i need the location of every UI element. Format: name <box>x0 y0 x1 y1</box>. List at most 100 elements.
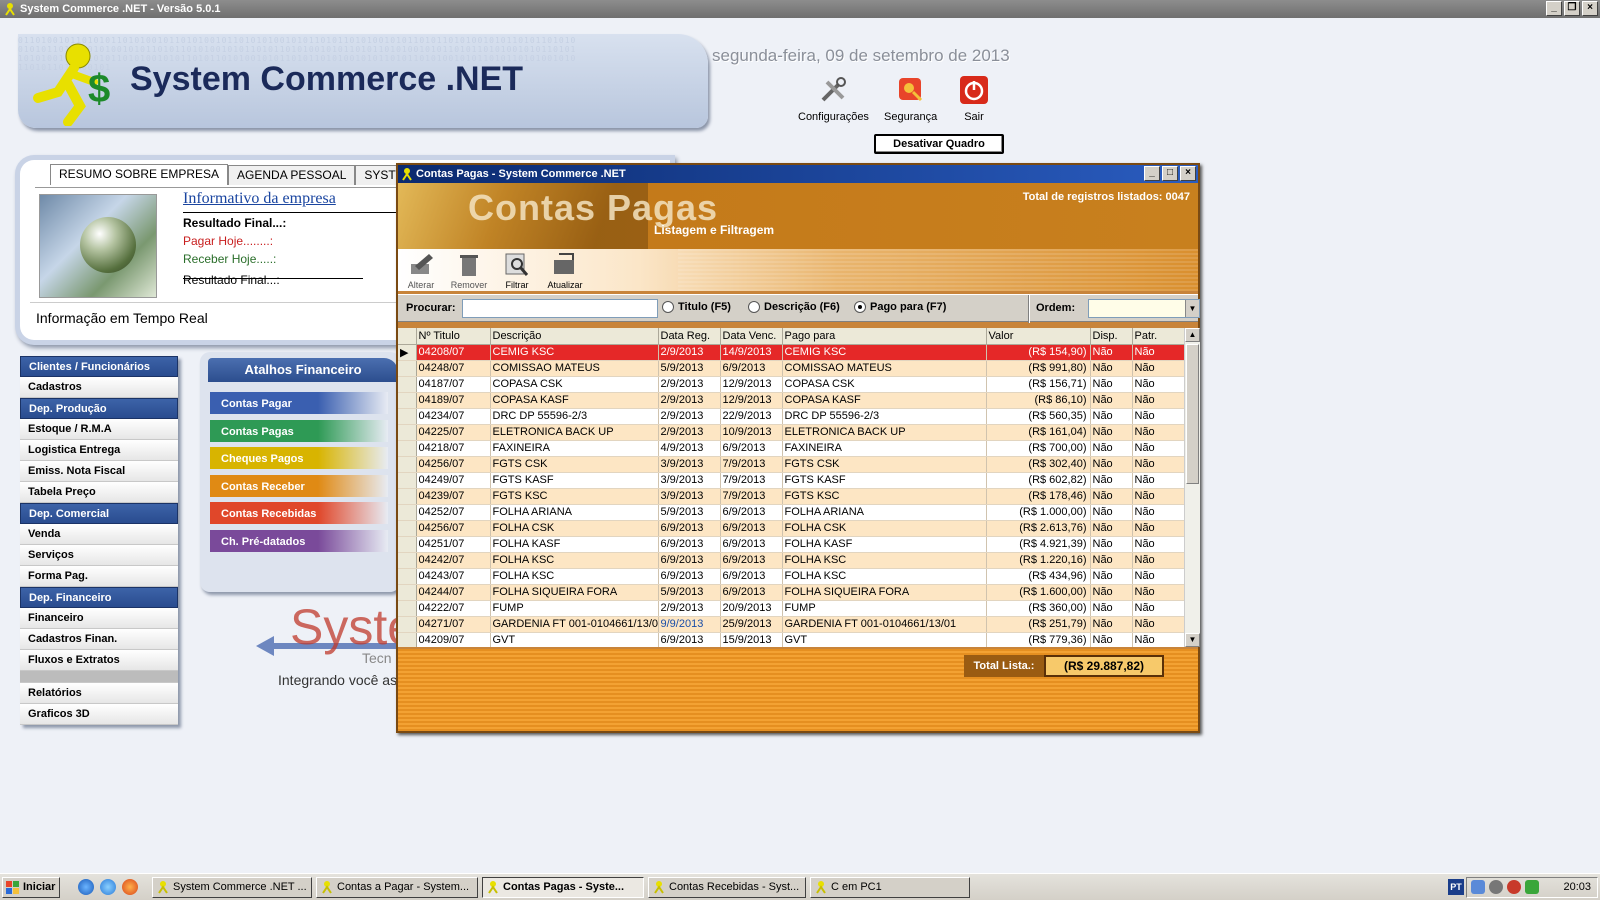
table-row[interactable]: 04243/07 FOLHA KSC 6/9/2013 6/9/2013 FOLHA K… <box>398 568 1184 585</box>
taskbar-task[interactable]: Contas Recebidas - Syst... <box>648 877 806 898</box>
search-mode-radio[interactable]: Descrição (F6) <box>748 301 840 313</box>
exit-button[interactable]: Sair <box>958 74 990 123</box>
menu-category[interactable]: Dep. Comercial <box>20 503 178 524</box>
menu-item[interactable]: Relatórios <box>20 683 178 704</box>
row-indicator[interactable] <box>398 520 417 537</box>
minimize-button[interactable]: _ <box>1546 1 1562 16</box>
column-header[interactable]: Descrição <box>490 328 659 345</box>
cp-maximize-button[interactable]: □ <box>1162 166 1178 181</box>
row-indicator[interactable] <box>398 456 417 473</box>
column-header[interactable]: Data Venc. <box>720 328 783 345</box>
menu-category[interactable]: Clientes / Funcionários <box>20 356 178 377</box>
tab-resumo[interactable]: RESUMO SOBRE EMPRESA <box>50 164 229 185</box>
row-indicator[interactable] <box>398 552 417 569</box>
desativar-quadro-button[interactable]: Desativar Quadro <box>874 134 1004 154</box>
table-row[interactable]: 04256/07 FOLHA CSK 6/9/2013 6/9/2013 FOLHA C… <box>398 520 1184 537</box>
grid-scrollbar[interactable]: ▲ ▼ <box>1184 328 1200 647</box>
desktop-icon[interactable] <box>100 879 116 895</box>
table-row[interactable]: 04234/07 DRC DP 55596-2/3 2/9/2013 22/9/201… <box>398 408 1184 425</box>
start-button[interactable]: Iniciar <box>2 877 60 898</box>
firefox-icon[interactable] <box>122 879 138 895</box>
radio-dot[interactable] <box>748 301 760 313</box>
ordem-select[interactable]: ▼ <box>1088 299 1200 318</box>
table-row[interactable]: 04251/07 FOLHA KASF 6/9/2013 6/9/2013 FOLHA … <box>398 536 1184 553</box>
table-row[interactable]: 04248/07 COMISSAO MATEUS 5/9/2013 6/9/2013 C… <box>398 360 1184 377</box>
row-indicator[interactable] <box>398 360 417 377</box>
atalho-item[interactable]: Ch. Pré-datados <box>210 529 388 552</box>
config-button[interactable]: Configurações <box>798 74 869 123</box>
row-indicator[interactable] <box>398 472 417 489</box>
menu-item[interactable]: Logistica Entrega <box>20 440 178 461</box>
row-indicator[interactable]: ▶ <box>398 344 417 361</box>
menu-category[interactable]: Dep. Produção <box>20 398 178 419</box>
table-row[interactable]: 04252/07 FOLHA ARIANA 5/9/2013 6/9/2013 FOLH… <box>398 504 1184 521</box>
row-indicator[interactable] <box>398 568 417 585</box>
row-indicator[interactable] <box>398 616 417 633</box>
table-row[interactable]: 04189/07 COPASA KASF 2/9/2013 12/9/2013 COPA… <box>398 392 1184 409</box>
column-header[interactable]: Nº Titulo <box>416 328 491 345</box>
column-header[interactable]: Disp. <box>1090 328 1133 345</box>
ie-icon[interactable] <box>78 879 94 895</box>
scroll-thumb[interactable] <box>1186 344 1199 484</box>
table-row[interactable]: 04271/07 GARDENIA FT 001-0104661/13/01 9/9… <box>398 616 1184 633</box>
language-indicator[interactable]: PT <box>1448 879 1464 895</box>
antivirus-icon[interactable] <box>1507 880 1521 894</box>
atalho-item[interactable]: Contas Receber <box>210 474 388 497</box>
row-indicator[interactable] <box>398 584 417 601</box>
row-indicator[interactable] <box>398 440 417 457</box>
sound-icon[interactable] <box>1489 880 1503 894</box>
network-icon[interactable] <box>1471 880 1485 894</box>
radio-dot[interactable] <box>662 301 674 313</box>
informativo-link[interactable]: Informativo da empresa <box>183 190 336 208</box>
alterar-button[interactable]: Alterar <box>398 252 444 290</box>
table-row[interactable]: 04256/07 FGTS CSK 3/9/2013 7/9/2013 FGTS CSK… <box>398 456 1184 473</box>
table-row[interactable]: 04244/07 FOLHA SIQUEIRA FORA 5/9/2013 6/9/2… <box>398 584 1184 601</box>
tab-agenda[interactable]: AGENDA PESSOAL <box>228 165 356 185</box>
atualizar-button[interactable]: Atualizar <box>542 252 588 290</box>
menu-item[interactable]: Serviços <box>20 545 178 566</box>
table-row[interactable]: 04239/07 FGTS KSC 3/9/2013 7/9/2013 FGTS KSC… <box>398 488 1184 505</box>
remover-button[interactable]: Remover <box>446 252 492 290</box>
table-row[interactable]: 04187/07 COPASA CSK 2/9/2013 12/9/2013 COPAS… <box>398 376 1184 393</box>
atalho-item[interactable]: Contas Recebidas <box>210 502 388 524</box>
contas-pagas-titlebar[interactable]: Contas Pagas - System Commerce .NET _ □ … <box>398 165 1198 183</box>
search-mode-radio[interactable]: Titulo (F5) <box>662 301 731 313</box>
chevron-down-icon[interactable]: ▼ <box>1185 300 1199 317</box>
menu-item[interactable]: Cadastros <box>20 377 178 398</box>
atalho-item[interactable]: Cheques Pagos <box>210 447 388 469</box>
row-indicator[interactable] <box>398 504 417 521</box>
row-indicator[interactable] <box>398 424 417 441</box>
menu-item[interactable]: Estoque / R.M.A <box>20 419 178 440</box>
safely-remove-icon[interactable] <box>1525 880 1539 894</box>
scroll-up-icon[interactable]: ▲ <box>1185 328 1200 342</box>
table-row[interactable]: 04242/07 FOLHA KSC 6/9/2013 6/9/2013 FOLHA K… <box>398 552 1184 569</box>
row-indicator[interactable] <box>398 536 417 553</box>
menu-item[interactable]: Financeiro <box>20 608 178 629</box>
column-header[interactable]: Pago para <box>782 328 987 345</box>
menu-item[interactable]: Forma Pag. <box>20 566 178 587</box>
cp-close-button[interactable]: × <box>1180 166 1196 181</box>
table-row[interactable]: 04222/07 FUMP 2/9/2013 20/9/2013 FUMP (R$ 360… <box>398 600 1184 617</box>
procurar-input[interactable] <box>462 299 658 318</box>
table-row[interactable]: 04249/07 FGTS KASF 3/9/2013 7/9/2013 FGTS KA… <box>398 472 1184 489</box>
column-header[interactable]: Data Reg. <box>658 328 721 345</box>
restore-button[interactable]: ❐ <box>1564 1 1580 16</box>
column-header[interactable]: Valor <box>986 328 1091 345</box>
search-mode-radio[interactable]: Pago para (F7) <box>854 301 946 313</box>
menu-item[interactable]: Emiss. Nota Fiscal <box>20 461 178 482</box>
taskbar-task[interactable]: C em PC1 <box>810 877 970 898</box>
table-row[interactable]: 04209/07 GVT 6/9/2013 15/9/2013 GVT (R$ 779,3… <box>398 632 1184 647</box>
column-header[interactable]: Patr. <box>1132 328 1184 345</box>
taskbar-task[interactable]: Contas a Pagar - System... <box>316 877 478 898</box>
row-indicator[interactable] <box>398 600 417 617</box>
cp-minimize-button[interactable]: _ <box>1144 166 1160 181</box>
row-indicator[interactable] <box>398 488 417 505</box>
taskbar-task[interactable]: Contas Pagas - Syste... <box>482 877 644 898</box>
atalho-item[interactable]: Contas Pagas <box>210 419 388 442</box>
menu-category[interactable]: Dep. Financeiro <box>20 587 178 608</box>
menu-item[interactable]: Cadastros Finan. <box>20 629 178 650</box>
row-indicator[interactable] <box>398 392 417 409</box>
menu-item[interactable]: Tabela Preço <box>20 482 178 503</box>
menu-item[interactable]: Venda <box>20 524 178 545</box>
row-indicator[interactable] <box>398 632 417 647</box>
